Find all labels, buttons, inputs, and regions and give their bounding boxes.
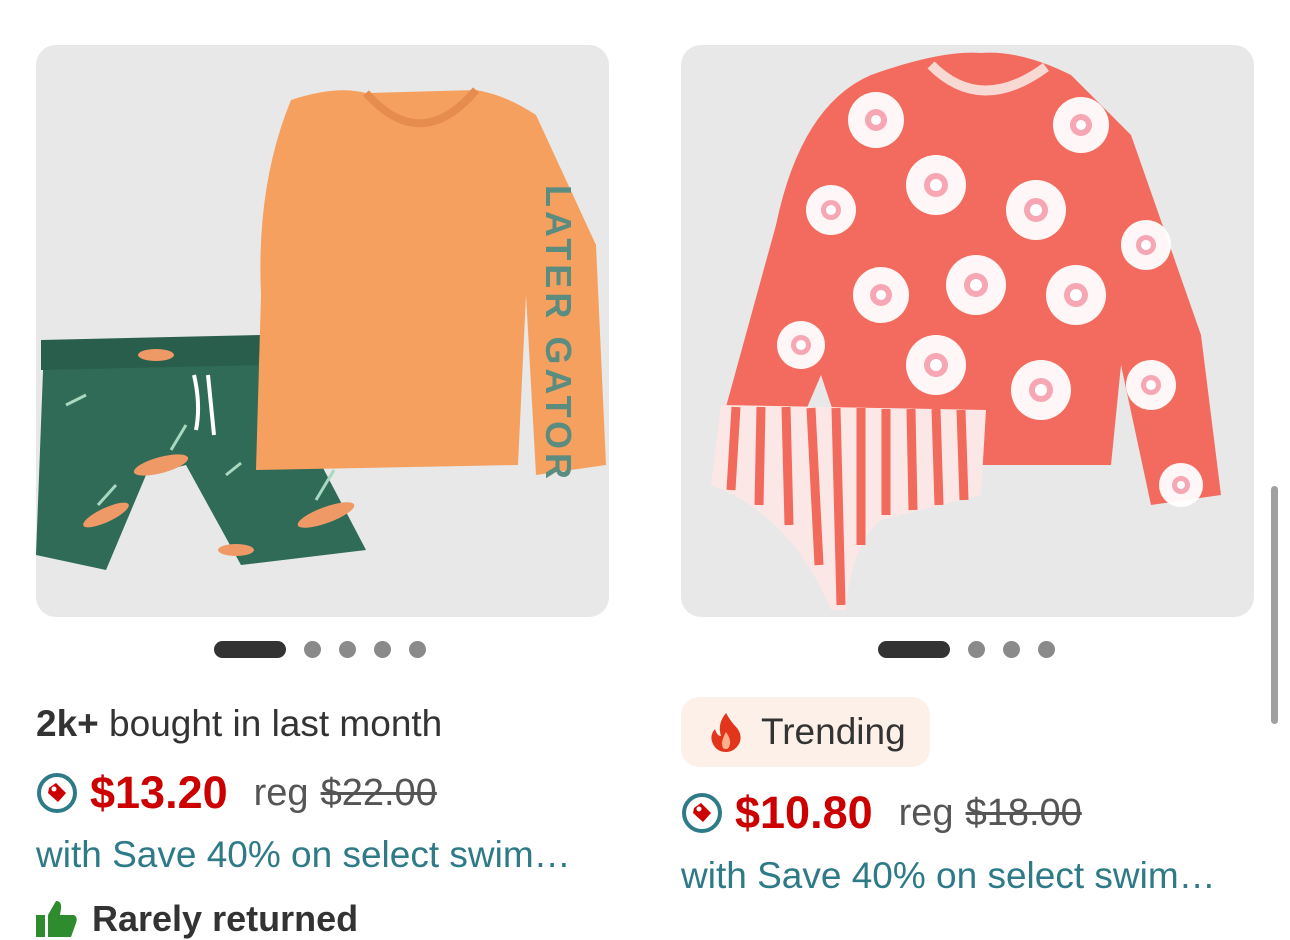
carousel-dot-active[interactable]: [878, 641, 950, 658]
trending-badge: Trending: [681, 697, 930, 767]
product-image[interactable]: LATER GATOR: [36, 45, 609, 617]
returns-info: Rarely returned: [36, 898, 358, 940]
target-circle-tag-icon: [37, 773, 77, 813]
purchase-count-text: bought in last month: [109, 703, 443, 744]
thumbs-up-icon: [36, 901, 77, 937]
carousel-dot[interactable]: [304, 641, 321, 658]
badge-label: Trending: [761, 711, 906, 752]
carousel-dot[interactable]: [1003, 641, 1020, 658]
carousel-dot[interactable]: [409, 641, 426, 658]
regular-price: $22.00: [320, 771, 437, 814]
carousel-dot[interactable]: [374, 641, 391, 658]
regular-price: $18.00: [965, 791, 1082, 834]
price-row: $13.20 reg $22.00: [36, 767, 437, 819]
promo-link[interactable]: with Save 40% on select swim…: [681, 855, 1216, 897]
purchase-count: 2k+ bought in last month: [36, 703, 442, 745]
fire-icon: [711, 713, 741, 752]
promo-link[interactable]: with Save 40% on select swim…: [36, 834, 571, 876]
product-image-art: [711, 52, 1221, 610]
target-circle-tag-icon: [682, 793, 722, 833]
image-carousel-dots[interactable]: [878, 641, 1055, 658]
reg-label: reg: [253, 771, 309, 814]
reg-label: reg: [898, 791, 954, 834]
image-carousel-dots[interactable]: [214, 641, 426, 658]
sale-price: $13.20: [90, 767, 228, 818]
vertical-scrollbar[interactable]: [1271, 486, 1278, 724]
carousel-dot[interactable]: [339, 641, 356, 658]
svg-text:LATER GATOR: LATER GATOR: [538, 185, 579, 483]
carousel-dot-active[interactable]: [214, 641, 286, 658]
purchase-count-number: 2k+: [36, 703, 99, 744]
product-card-2[interactable]: Trending $10.80 reg $18.00 with Save 40%…: [681, 0, 1255, 924]
product-image-art: LATER GATOR: [36, 87, 606, 570]
product-card-1[interactable]: LATER GATOR 2k+ bought in last month $13…: [36, 0, 610, 939]
price-row: $10.80 reg $18.00: [681, 787, 1082, 839]
carousel-dot[interactable]: [1038, 641, 1055, 658]
sale-price: $10.80: [735, 787, 873, 838]
carousel-dot[interactable]: [968, 641, 985, 658]
returns-label: Rarely returned: [92, 898, 359, 939]
product-image[interactable]: [681, 45, 1254, 617]
